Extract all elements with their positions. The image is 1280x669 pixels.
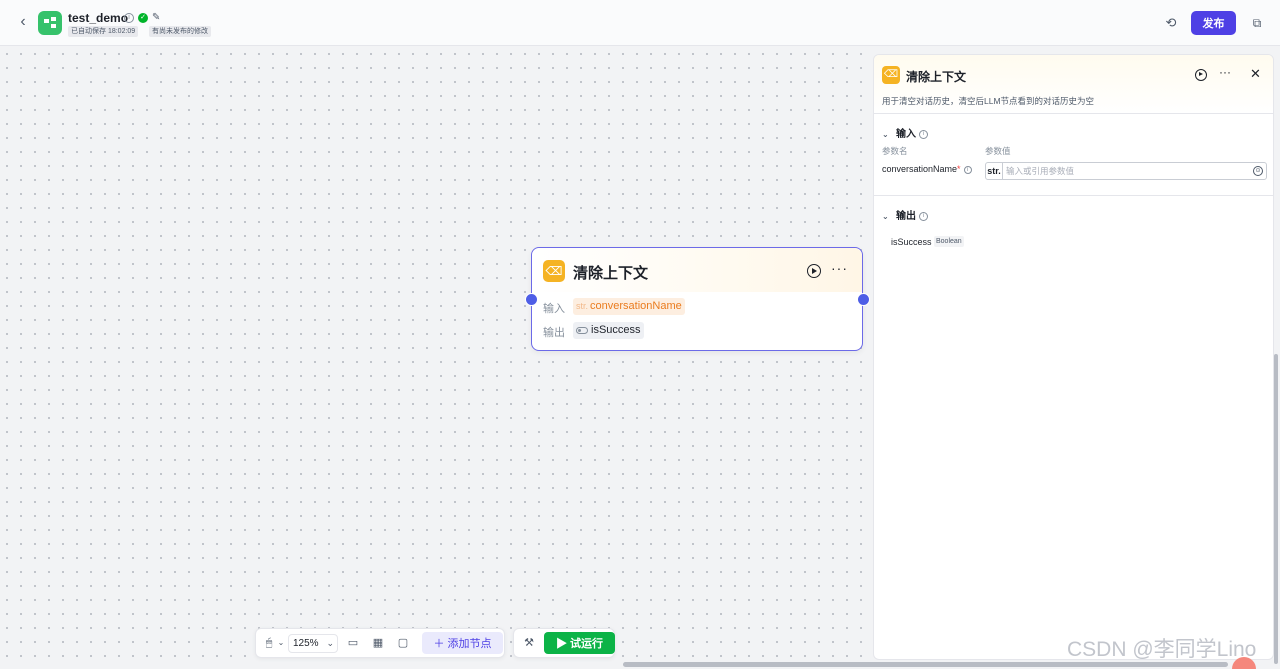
panel-description: 用于清空对话历史，清空后LLM节点看到的对话历史为空	[882, 96, 1095, 106]
app-name: test_demo	[68, 11, 129, 25]
info-icon[interactable]: i	[919, 211, 928, 221]
info-icon[interactable]: i	[124, 12, 134, 23]
clear-context-icon: ⌫	[543, 260, 565, 282]
unpublished-badge: 有尚未发布的修改	[149, 26, 211, 37]
column-param-name: 参数名	[882, 146, 908, 156]
add-node-button[interactable]: ＋ 添加节点	[422, 632, 503, 654]
zoom-value: 125%	[293, 638, 319, 649]
node-input-param: str. conversationName	[573, 298, 685, 315]
history-icon[interactable]: ⟲	[1162, 14, 1180, 32]
chevron-down-icon: ⌄	[882, 130, 889, 139]
more-icon[interactable]: ···	[1219, 65, 1231, 79]
column-param-value: 参数值	[985, 146, 1011, 156]
workflow-canvas[interactable]	[0, 47, 872, 669]
top-bar: ‹ test_demo i ✓ ✎ 已自动保存 18:02:09 有尚未发布的修…	[0, 0, 1280, 46]
trial-run-label: 试运行	[570, 638, 604, 650]
vertical-scrollbar[interactable]	[1274, 354, 1278, 664]
required-mark: *	[957, 164, 961, 174]
chevron-down-icon: ⌄	[326, 638, 334, 648]
chevron-left-icon[interactable]: ‹	[14, 12, 32, 32]
watermark: CSDN @李同学Lino	[1067, 638, 1257, 661]
run-toolbar: ⚒ ▶ 试运行	[513, 628, 615, 658]
divider	[874, 195, 1273, 196]
publish-button[interactable]: 发布	[1191, 11, 1236, 35]
wrench-icon[interactable]: ⚒	[520, 634, 538, 652]
add-node-label: 添加节点	[447, 638, 492, 650]
divider	[874, 113, 1273, 114]
title-icons: i ✓ ✎	[124, 12, 160, 23]
output-type-badge: Boolean	[934, 236, 964, 247]
section-title: 输入	[896, 129, 916, 140]
param-type: str.	[986, 163, 1003, 179]
param-name: isSuccess	[591, 324, 641, 336]
workflow-icon	[44, 17, 56, 28]
check-icon: ✓	[138, 12, 148, 23]
autosave-badge: 已自动保存 18:02:09	[68, 26, 139, 37]
param-value-input[interactable]	[1006, 164, 1246, 178]
variable-ref-icon[interactable]: ⊙	[1253, 166, 1263, 176]
param-name: conversationName	[882, 164, 958, 174]
trial-run-button[interactable]: ▶ 试运行	[544, 632, 615, 654]
clear-context-node[interactable]: ⌫ 清除上下文 ··· 输入 str. conversationName 输出 i…	[531, 247, 863, 351]
edit-icon[interactable]: ✎	[152, 12, 160, 23]
plus-icon: ＋	[433, 638, 448, 650]
more-icon[interactable]: ···	[831, 260, 848, 276]
close-icon[interactable]: ✕	[1250, 66, 1261, 82]
section-title: 输出	[896, 211, 916, 222]
copy-icon[interactable]: ⧉	[1248, 14, 1266, 32]
output-section-header[interactable]: ⌄ 输出 i	[882, 207, 928, 222]
node-header: ⌫ 清除上下文 ···	[532, 248, 862, 292]
param-type: str.	[576, 301, 589, 311]
node-output-label: 输出	[543, 327, 565, 339]
run-node-icon[interactable]	[807, 264, 821, 278]
chevron-down-icon: ⌄	[882, 212, 889, 221]
node-input-port[interactable]	[525, 293, 538, 306]
input-section-header[interactable]: ⌄ 输入 i	[882, 125, 928, 140]
param-value-field[interactable]: str. ⊙	[985, 162, 1267, 180]
node-input-label: 输入	[543, 303, 565, 315]
run-node-icon[interactable]	[1195, 69, 1207, 81]
canvas-toolbar: 🖱 ⌄ 125% ⌄ ▭ ▦ ▢ ＋ 添加节点	[255, 628, 505, 658]
info-icon[interactable]: i	[919, 129, 928, 139]
param-name-label: conversationName* i	[882, 164, 972, 174]
node-title: 清除上下文	[573, 265, 649, 282]
comment-icon[interactable]: ▭	[344, 634, 362, 652]
zoom-select[interactable]: 125% ⌄	[288, 634, 338, 653]
play-icon: ▶	[555, 638, 571, 650]
output-name: isSuccess	[891, 237, 932, 247]
clear-context-icon: ⌫	[882, 66, 900, 84]
param-name: conversationName	[590, 300, 682, 312]
node-output-param: isSuccess	[573, 322, 644, 339]
info-icon[interactable]: i	[963, 165, 972, 174]
panel-header: ⌫ 清除上下文 ··· ✕ 用于清空对话历史，清空后LLM节点看到的对话历史为空	[874, 55, 1273, 113]
node-config-panel: ⌫ 清除上下文 ··· ✕ 用于清空对话历史，清空后LLM节点看到的对话历史为空…	[873, 54, 1274, 660]
boolean-icon	[576, 326, 588, 334]
layout-icon[interactable]: ▦	[369, 634, 387, 652]
node-output-port[interactable]	[857, 293, 870, 306]
panel-title: 清除上下文	[906, 70, 967, 84]
minimap-icon[interactable]: ▢	[394, 634, 412, 652]
app-logo	[38, 11, 62, 35]
